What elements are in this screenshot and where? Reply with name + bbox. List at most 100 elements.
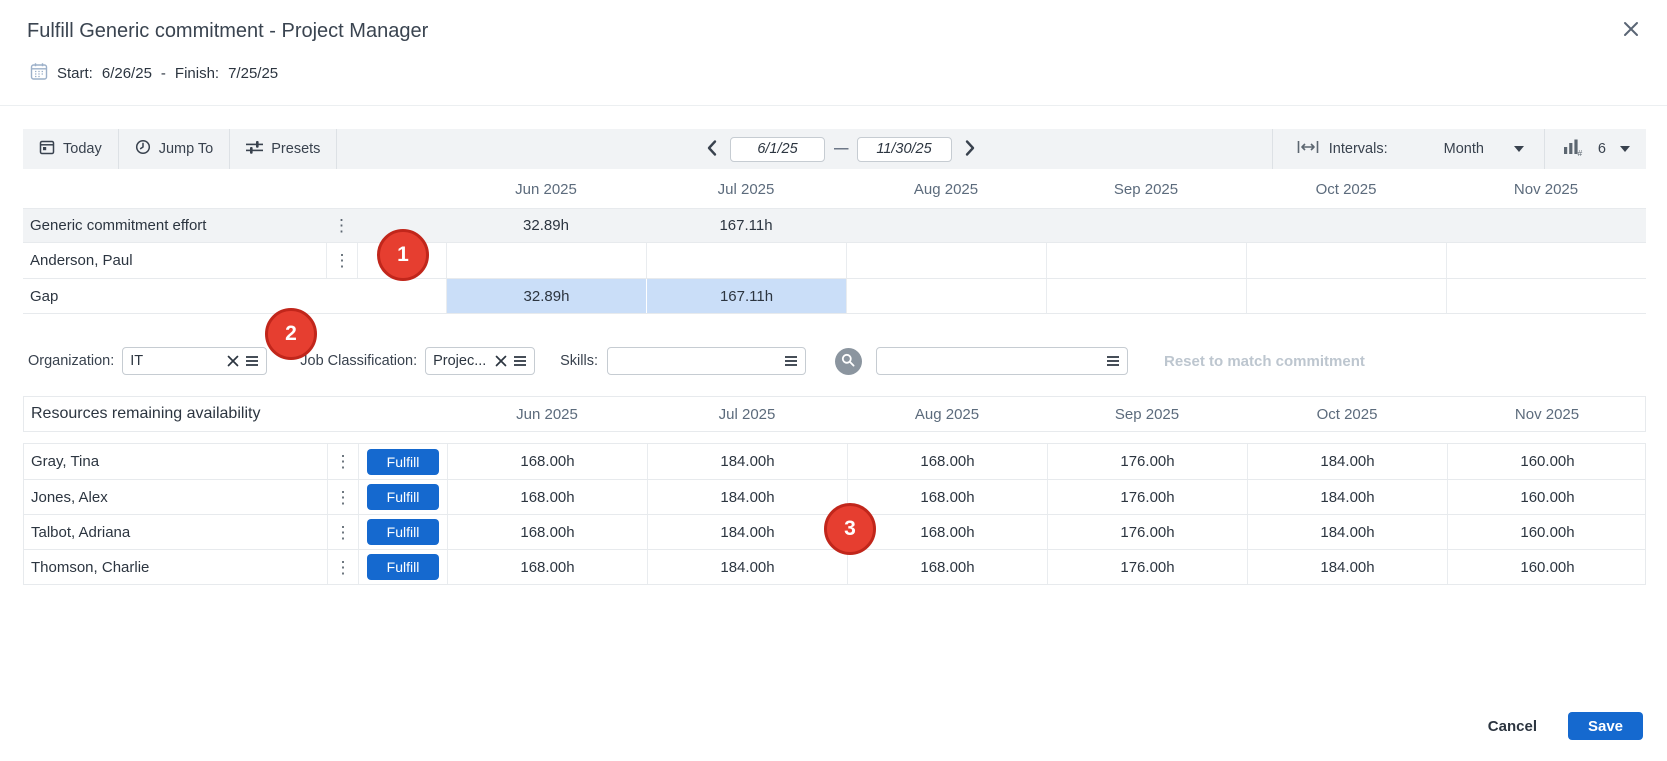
gap-cell-highlighted: 167.11h	[646, 279, 846, 313]
intervals-dropdown[interactable]: Intervals: Month	[1272, 129, 1544, 169]
effort-cell[interactable]	[1446, 243, 1646, 278]
effort-cell: 32.89h	[446, 209, 646, 242]
fulfill-button[interactable]: Fulfill	[367, 484, 439, 510]
date-range-controls: —	[703, 129, 979, 169]
resource-filters: Organization: Job Classification: Skills…	[23, 347, 1646, 375]
month-header: Nov 2025	[1447, 397, 1647, 431]
start-label: Start:	[57, 65, 93, 82]
search-icon	[841, 353, 855, 370]
clear-icon[interactable]	[227, 355, 239, 367]
month-header-row: Jun 2025 Jul 2025 Aug 2025 Sep 2025 Oct …	[23, 170, 1646, 208]
calendar-icon	[30, 62, 48, 85]
month-header: Nov 2025	[1446, 170, 1646, 208]
svg-text:#: #	[1577, 148, 1582, 156]
kebab-menu-icon[interactable]: ⋮	[335, 453, 352, 470]
today-button[interactable]: Today	[23, 129, 119, 169]
close-button[interactable]	[1617, 16, 1645, 44]
fulfill-button[interactable]: Fulfill	[367, 519, 439, 545]
resource-search-input[interactable]	[884, 353, 1100, 369]
range-previous-button[interactable]	[703, 137, 721, 162]
save-button[interactable]: Save	[1568, 712, 1643, 740]
commitment-effort-row: Generic commitment effort ⋮ 32.89h 167.1…	[23, 208, 1646, 242]
availability-cell: 168.00h	[447, 444, 647, 479]
presets-button[interactable]: Presets	[230, 129, 337, 169]
range-end-input[interactable]	[857, 137, 952, 162]
clear-icon[interactable]	[495, 355, 507, 367]
kebab-menu-icon[interactable]: ⋮	[334, 252, 351, 269]
resource-row: Gray, Tina ⋮ Fulfill 168.00h 184.00h 168…	[24, 444, 1645, 479]
month-header: Aug 2025	[847, 397, 1047, 431]
effort-cell	[1046, 209, 1246, 242]
availability-cell: 184.00h	[647, 480, 847, 514]
annotation-badge-2: 2	[265, 308, 317, 360]
presets-sliders-icon	[246, 140, 263, 159]
availability-cell: 184.00h	[1247, 550, 1447, 584]
range-next-button[interactable]	[961, 137, 979, 162]
gap-cell	[1046, 279, 1246, 313]
effort-cell[interactable]	[446, 243, 646, 278]
effort-cell[interactable]	[1046, 243, 1246, 278]
kebab-menu-icon[interactable]: ⋮	[333, 217, 350, 234]
effort-cell[interactable]	[1246, 243, 1446, 278]
resource-name: Jones, Alex	[24, 480, 327, 514]
page-title: Fulfill Generic commitment - Project Man…	[27, 20, 428, 43]
availability-cell: 184.00h	[1247, 480, 1447, 514]
availability-title: Resources remaining availability	[24, 397, 447, 431]
availability-cell: 160.00h	[1447, 444, 1647, 479]
chevron-down-icon	[1620, 146, 1630, 152]
search-button[interactable]	[835, 348, 862, 375]
date-range-dash: -	[161, 65, 166, 82]
kebab-menu-icon[interactable]: ⋮	[335, 489, 352, 506]
job-classification-input[interactable]	[433, 353, 489, 369]
effort-cell[interactable]	[646, 243, 846, 278]
availability-cell: 168.00h	[847, 444, 1047, 479]
annotation-badge-3: 3	[824, 503, 876, 555]
list-picker-icon[interactable]	[513, 355, 527, 367]
month-header: Jun 2025	[446, 170, 646, 208]
fulfill-button[interactable]: Fulfill	[367, 449, 439, 475]
availability-cell: 168.00h	[847, 550, 1047, 584]
start-value: 6/26/25	[102, 65, 152, 82]
availability-cell: 184.00h	[1247, 444, 1447, 479]
intervals-label: Intervals:	[1329, 141, 1388, 157]
kebab-menu-icon[interactable]: ⋮	[335, 524, 352, 541]
effort-cell[interactable]	[846, 243, 1046, 278]
jump-to-button[interactable]: Jump To	[119, 129, 231, 169]
interval-count-chart-icon: #	[1563, 138, 1584, 160]
availability-cell: 168.00h	[847, 480, 1047, 514]
chevron-down-icon	[1514, 146, 1524, 152]
gap-cell	[1446, 279, 1646, 313]
list-picker-icon[interactable]	[1106, 355, 1120, 367]
row-name: Gap	[23, 279, 446, 313]
availability-cell: 168.00h	[447, 515, 647, 549]
effort-cell	[1446, 209, 1646, 242]
finish-label: Finish:	[175, 65, 219, 82]
interval-count-dropdown[interactable]: # 6	[1544, 129, 1630, 169]
availability-cell: 168.00h	[447, 480, 647, 514]
reset-to-match-commitment-link[interactable]: Reset to match commitment	[1164, 353, 1365, 370]
range-start-input[interactable]	[730, 137, 825, 162]
gap-cell	[846, 279, 1046, 313]
resource-name: Talbot, Adriana	[24, 515, 327, 549]
list-picker-icon[interactable]	[245, 355, 259, 367]
month-header: Oct 2025	[1246, 170, 1446, 208]
availability-cell: 176.00h	[1047, 515, 1247, 549]
kebab-menu-icon[interactable]: ⋮	[335, 559, 352, 576]
today-calendar-icon	[39, 139, 55, 159]
skills-input[interactable]	[615, 353, 778, 369]
commitment-grid: Jun 2025 Jul 2025 Aug 2025 Sep 2025 Oct …	[23, 170, 1646, 314]
availability-cell: 176.00h	[1047, 480, 1247, 514]
job-classification-filter	[425, 347, 535, 375]
organization-input[interactable]	[130, 353, 221, 369]
month-header: Sep 2025	[1046, 170, 1246, 208]
gap-cell	[1246, 279, 1446, 313]
fulfill-button[interactable]: Fulfill	[367, 554, 439, 580]
skills-label: Skills:	[560, 353, 598, 369]
month-header: Jun 2025	[447, 397, 647, 431]
list-picker-icon[interactable]	[784, 355, 798, 367]
cancel-button[interactable]: Cancel	[1488, 712, 1537, 740]
presets-label: Presets	[271, 141, 320, 157]
interval-value: Month	[1444, 141, 1484, 157]
effort-cell: 167.11h	[646, 209, 846, 242]
annotation-badge-1: 1	[377, 229, 429, 281]
